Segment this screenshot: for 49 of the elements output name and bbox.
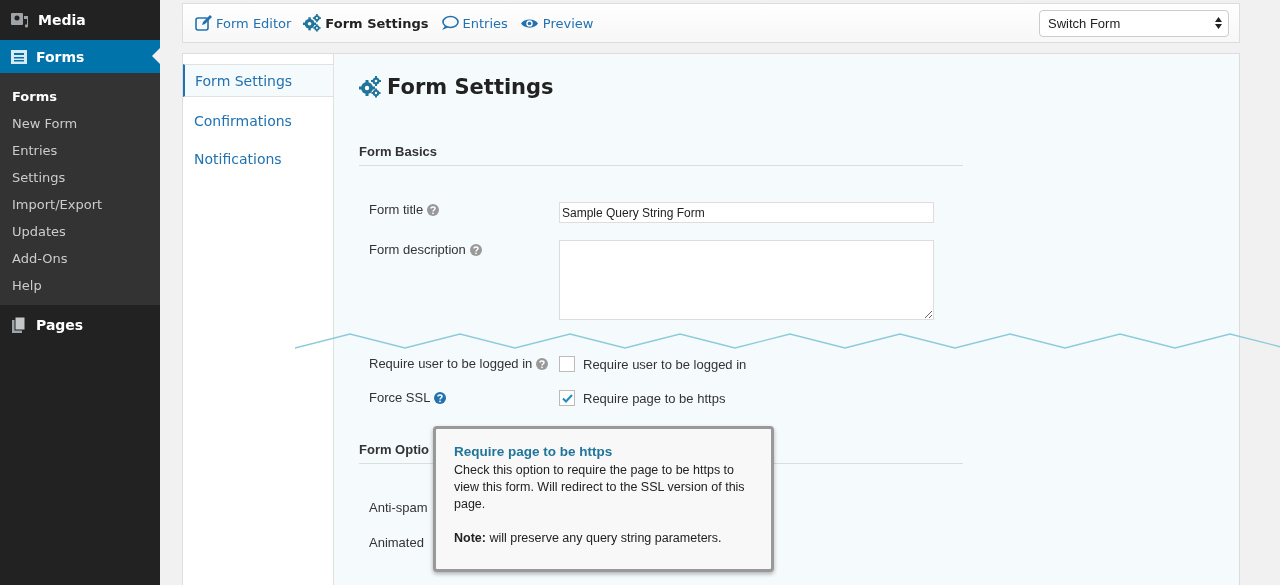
checkbox-label: Require page to be https (583, 390, 726, 406)
submenu-item[interactable]: Help (0, 272, 160, 299)
description-field[interactable] (559, 240, 934, 320)
help-icon[interactable] (427, 203, 440, 216)
page-title: Form Settings (387, 75, 554, 99)
edit-icon (195, 15, 212, 31)
gears-icon (303, 14, 322, 32)
help-icon[interactable] (536, 357, 549, 370)
tab[interactable]: Entries (440, 15, 508, 31)
field-label: Form description (369, 242, 466, 257)
section-heading: Form Basics (359, 144, 963, 166)
pages-icon (10, 316, 28, 334)
checkbox-label: Require user to be logged in (583, 356, 747, 372)
settings-tab[interactable]: Notifications (183, 140, 333, 178)
tooltip-note: Note: will preserve any query string parameters. (454, 530, 723, 547)
field-label: Animated (369, 535, 424, 550)
field-label: Anti-spam (369, 500, 428, 515)
eye-icon (519, 16, 539, 30)
checkbox[interactable] (559, 356, 575, 372)
submenu-item[interactable]: Entries (0, 137, 160, 164)
field-label: Form title (369, 202, 424, 217)
settings-tab[interactable]: Confirmations (183, 102, 333, 140)
checkbox[interactable] (559, 390, 575, 406)
tab[interactable]: Form Editor (195, 15, 292, 31)
tooltip-title: Require page to be https (454, 443, 614, 460)
updown-arrows-icon (1215, 17, 1222, 29)
menu-item[interactable]: Forms (0, 40, 160, 73)
switch-form-dropdown[interactable]: Switch Form (1039, 9, 1229, 37)
submenu-item[interactable]: Import/Export (0, 191, 160, 218)
tab[interactable]: Preview (519, 15, 594, 31)
gears-icon (359, 76, 381, 98)
form-title-field[interactable]: Sample Query String Form (559, 202, 934, 223)
form-icon (10, 47, 28, 66)
speech-bubble-icon (440, 15, 459, 31)
submenu-item[interactable]: Updates (0, 218, 160, 245)
tooltip-text: Check this option to require the page to be https to view this form. Will redirect to the SSL version of this page. (454, 462, 746, 513)
submenu-item[interactable]: Settings (0, 164, 160, 191)
media-icon (10, 10, 30, 30)
submenu-item[interactable]: Add-Ons (0, 245, 160, 272)
help-icon[interactable] (469, 243, 482, 256)
menu-item[interactable]: Media (0, 0, 160, 40)
settings-tab[interactable]: Form Settings (183, 64, 333, 97)
tab[interactable]: Form Settings (303, 14, 429, 32)
submenu-item[interactable]: Forms (0, 83, 160, 110)
field-label: Require user to be logged in (369, 356, 533, 371)
menu-item[interactable]: Pages (0, 305, 160, 345)
help-icon[interactable] (434, 391, 447, 404)
field-label: Force SSL (369, 390, 431, 405)
submenu-item[interactable]: New Form (0, 110, 160, 137)
